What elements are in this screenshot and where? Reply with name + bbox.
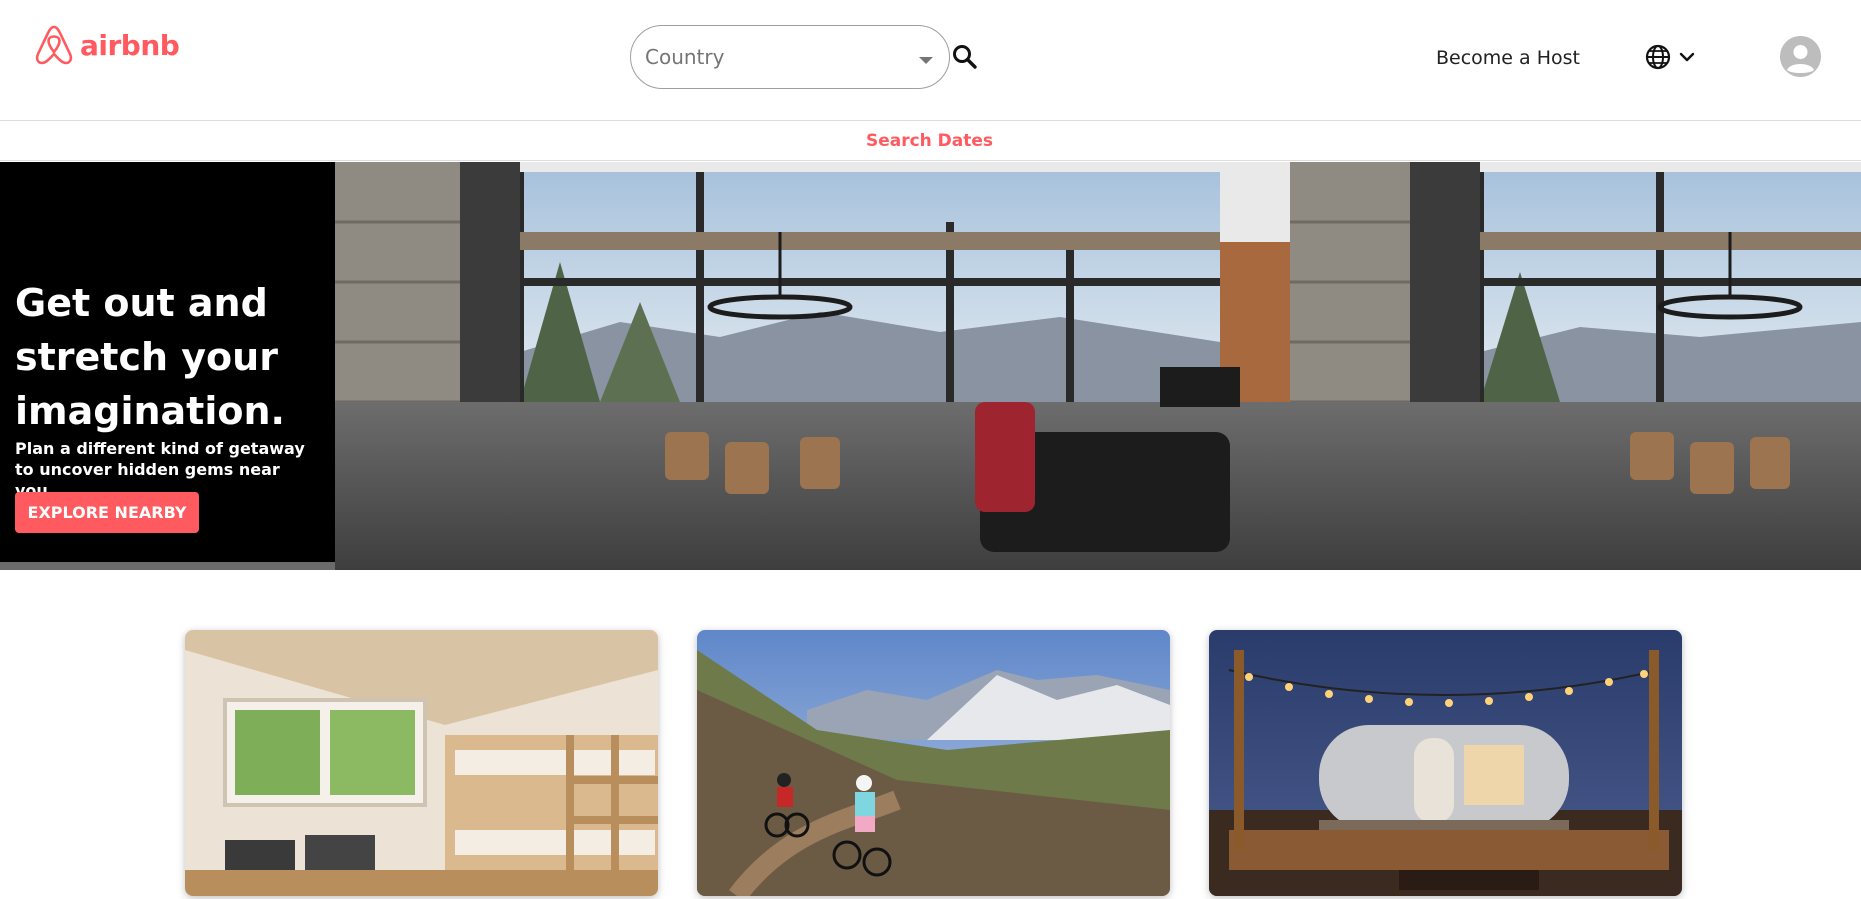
- search-dates-label: Search Dates: [865, 131, 994, 151]
- hero-banner: Get out and stretch your imagination. Pl…: [0, 162, 1861, 570]
- globe-icon: [1645, 44, 1671, 70]
- user-avatar-icon: [1780, 36, 1821, 77]
- airbnb-logo-icon: [35, 25, 73, 65]
- experience-card-mountain-biking[interactable]: [697, 630, 1170, 896]
- chevron-down-icon: [1679, 52, 1695, 62]
- bunk-room-image: [185, 630, 658, 896]
- become-host-link[interactable]: Become a Host: [1436, 47, 1580, 69]
- brand-name: airbnb: [80, 28, 180, 62]
- explore-nearby-button[interactable]: EXPLORE NEARBY: [15, 492, 199, 533]
- language-selector[interactable]: [1644, 42, 1700, 72]
- country-select[interactable]: Country: [630, 25, 950, 89]
- user-avatar[interactable]: [1780, 36, 1821, 77]
- airbnb-logo[interactable]: airbnb: [34, 24, 180, 66]
- mountain-biking-image: [697, 630, 1170, 896]
- airstream-image: [1209, 630, 1682, 896]
- search-icon: [953, 45, 977, 69]
- hero-text-panel: Get out and stretch your imagination. Pl…: [0, 162, 335, 562]
- search-button[interactable]: [950, 42, 980, 72]
- experience-card-bunk-room[interactable]: [185, 630, 658, 896]
- caret-down-icon: [919, 57, 933, 64]
- search-dates-link[interactable]: Search Dates: [0, 131, 1861, 151]
- hero-title: Get out and stretch your imagination.: [15, 281, 285, 433]
- country-placeholder: Country: [645, 45, 725, 69]
- experience-card-airstream[interactable]: [1209, 630, 1682, 896]
- top-header: airbnb Country Become a Host: [0, 0, 1861, 121]
- search-dates-bar: Search Dates: [0, 121, 1861, 161]
